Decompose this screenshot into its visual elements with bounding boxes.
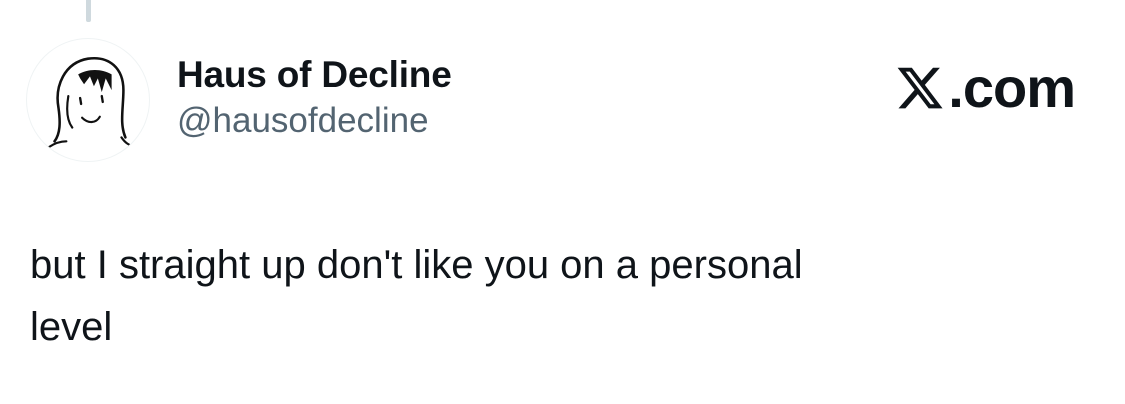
- author-handle[interactable]: @hausofdecline: [177, 98, 452, 144]
- author-display-name[interactable]: Haus of Decline: [177, 52, 452, 98]
- thread-connector-line: [86, 0, 91, 22]
- author-info: Haus of Decline @hausofdecline: [177, 52, 452, 144]
- hand-drawn-face-icon: [47, 57, 137, 149]
- tweet-text: but I straight up don't like you on a pe…: [30, 243, 803, 349]
- brand-domain-suffix: .com: [948, 56, 1076, 119]
- x-com-brand: .com: [894, 56, 1076, 119]
- avatar[interactable]: [26, 38, 150, 162]
- x-logo-icon: [897, 67, 943, 109]
